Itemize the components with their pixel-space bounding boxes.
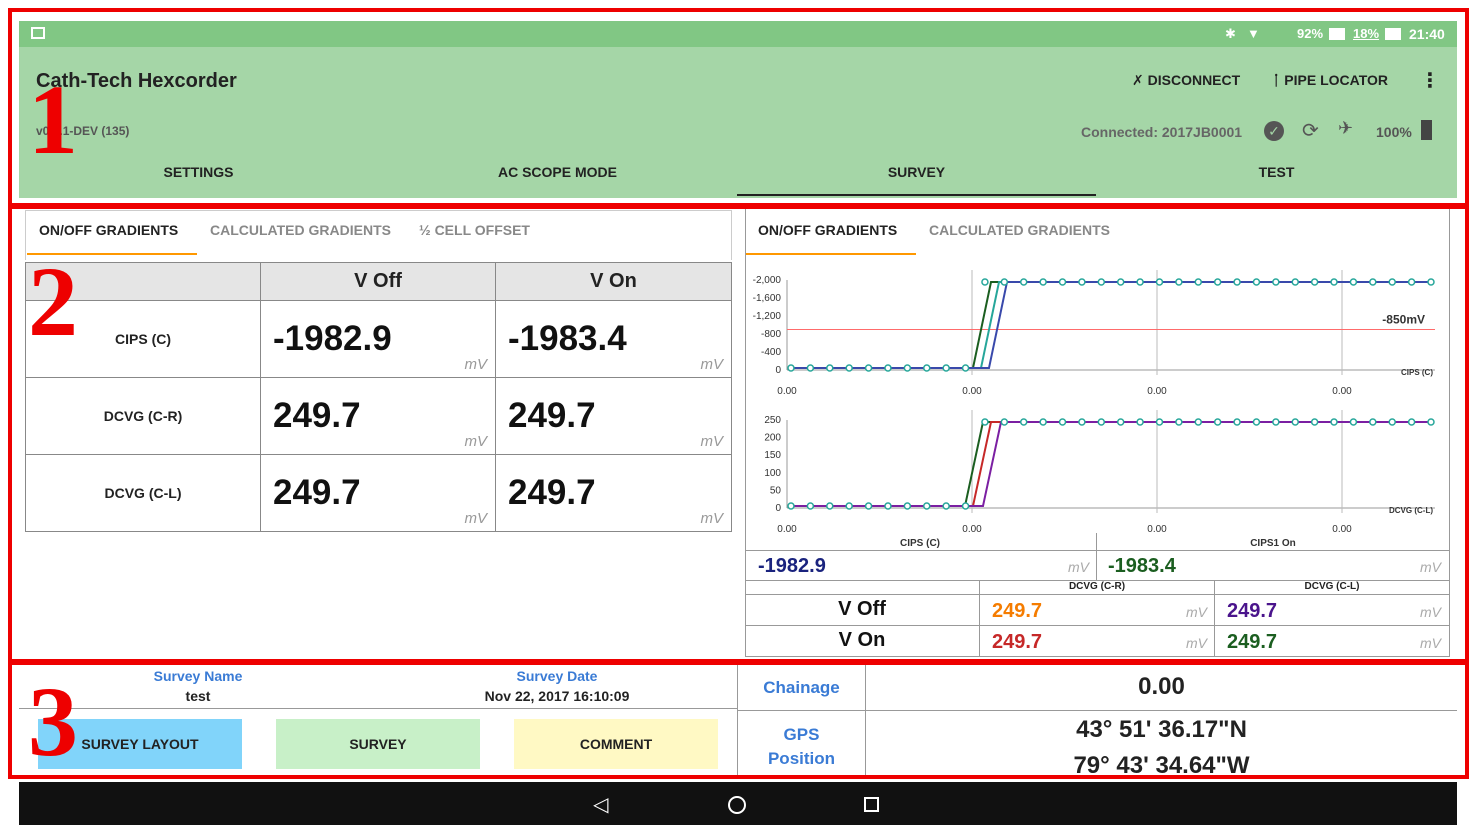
annotation-box-1: [8, 8, 1469, 207]
annotation-box-2: [8, 205, 1469, 663]
annotation-number-1: 1: [28, 64, 78, 175]
annotation-number-2: 2: [28, 246, 78, 357]
annotation-number-3: 3: [28, 666, 78, 777]
home-icon[interactable]: [728, 796, 746, 814]
android-nav-bar: ◁: [19, 782, 1457, 825]
recents-icon[interactable]: [864, 797, 879, 812]
back-icon[interactable]: ◁: [593, 792, 608, 817]
annotation-box-3: [8, 661, 1469, 779]
